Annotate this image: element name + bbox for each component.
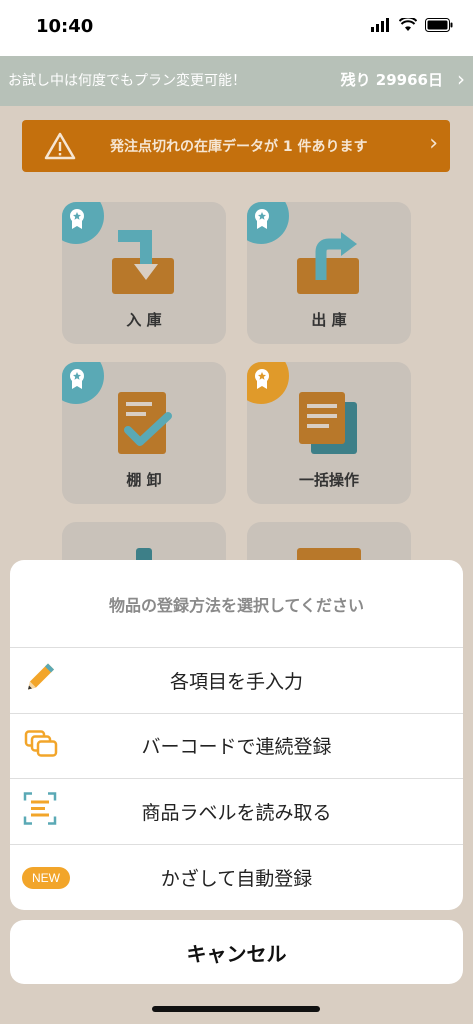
new-badge: NEW (22, 865, 70, 890)
barcode-stack-icon (22, 725, 58, 766)
option-label: 商品ラベルを読み取る (141, 801, 332, 824)
option-tap-auto-register[interactable]: NEW かざして自動登録 (10, 845, 463, 911)
cancel-button[interactable]: キャンセル (10, 920, 463, 984)
sheet-title: 物品の登録方法を選択してください (10, 560, 463, 648)
option-barcode-continuous[interactable]: バーコードで連続登録 (10, 714, 463, 779)
option-label: かざして自動登録 (160, 867, 313, 890)
pencil-icon (22, 660, 58, 701)
option-read-label[interactable]: 商品ラベルを読み取る (10, 779, 463, 845)
label-scan-icon (22, 791, 58, 832)
home-indicator (152, 1006, 320, 1012)
option-label: バーコードで連続登録 (141, 736, 332, 759)
registration-method-sheet: 物品の登録方法を選択してください 各項目を手入力 バーコードで連続登録 商品ラベ… (10, 560, 463, 910)
option-label: 各項目を手入力 (169, 670, 303, 693)
option-manual-entry[interactable]: 各項目を手入力 (10, 648, 463, 714)
